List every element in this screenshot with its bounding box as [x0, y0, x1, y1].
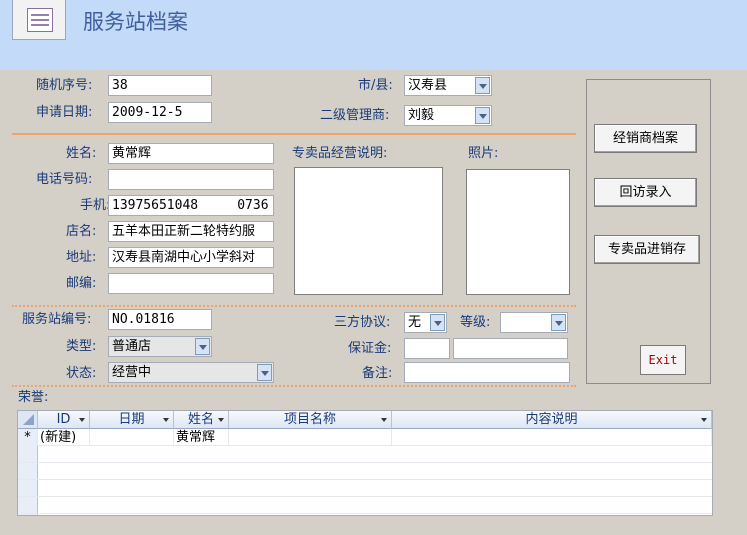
separator — [12, 385, 576, 387]
form-header: 服务站档案 — [0, 0, 747, 70]
manager-label: 二级管理商: — [320, 108, 390, 123]
cell-date[interactable] — [90, 429, 174, 446]
table-row-new[interactable]: * (新建) 黄常辉 — [18, 429, 712, 446]
sort-arrow-icon[interactable] — [79, 418, 85, 422]
specialty-textarea[interactable] — [294, 167, 443, 295]
separator — [12, 133, 576, 135]
tripartite-combo[interactable]: 无 — [404, 312, 447, 333]
postcode-label: 邮编: — [66, 276, 97, 291]
separator — [12, 305, 576, 307]
type-label: 类型: — [66, 339, 97, 354]
column-header-id[interactable]: ID — [38, 411, 90, 429]
photo-label: 照片: — [468, 146, 499, 161]
station-number-field[interactable]: NO.01816 — [108, 309, 212, 330]
page-title: 服务站档案 — [83, 10, 188, 34]
chevron-down-icon[interactable] — [551, 314, 566, 331]
apply-date-field[interactable]: 2009-12-5 — [108, 102, 212, 123]
column-header-date[interactable]: 日期 — [90, 411, 174, 429]
cell-desc[interactable] — [392, 429, 712, 446]
mobile-field[interactable]: 13975651048 0736 — [108, 195, 274, 216]
table-row-empty — [18, 497, 712, 514]
phone-label: 电话号码: — [36, 172, 93, 187]
deposit-label: 保证金: — [348, 341, 392, 356]
honors-datasheet[interactable]: ID 日期 姓名 项目名称 内容说明 * (新建) 黄常辉 — [17, 410, 713, 516]
serial-field[interactable]: 38 — [108, 75, 212, 96]
deposit-field[interactable] — [404, 338, 450, 359]
dealer-archive-button[interactable]: 经销商档案 — [594, 124, 697, 153]
table-row-empty — [18, 463, 712, 480]
phone-field[interactable] — [108, 169, 274, 190]
status-value: 经营中 — [112, 365, 152, 380]
revisit-entry-button[interactable]: 回访录入 — [594, 178, 697, 207]
shop-field[interactable]: 五羊本田正新二轮特约服 — [108, 221, 274, 242]
cell-name[interactable]: 黄常辉 — [174, 429, 229, 446]
postcode-field[interactable] — [108, 273, 274, 294]
chevron-down-icon[interactable] — [195, 338, 210, 355]
type-combo[interactable]: 普通店 — [108, 336, 212, 357]
city-label: 市/县: — [358, 78, 393, 93]
name-label: 姓名: — [66, 146, 97, 161]
station-number-label: 服务站编号: — [22, 312, 92, 327]
sort-arrow-icon[interactable] — [381, 418, 387, 422]
cell-id[interactable]: (新建) — [38, 429, 90, 446]
tripartite-label: 三方协议: — [334, 315, 391, 330]
inventory-button[interactable]: 专卖品进销存 — [594, 235, 700, 264]
chevron-down-icon[interactable] — [475, 77, 490, 94]
new-record-marker: * — [18, 429, 38, 446]
status-combo[interactable]: 经营中 — [108, 362, 274, 383]
column-header-project[interactable]: 项目名称 — [229, 411, 392, 429]
status-label: 状态: — [66, 366, 97, 381]
manager-combo[interactable]: 刘毅 — [404, 105, 492, 126]
address-field[interactable]: 汉寿县南湖中心小学斜对 — [108, 247, 274, 268]
table-row-empty — [18, 480, 712, 497]
tripartite-value: 无 — [408, 315, 422, 330]
city-value: 汉寿县 — [408, 78, 448, 93]
name-field[interactable]: 黄常辉 — [108, 143, 274, 164]
column-header-desc[interactable]: 内容说明 — [392, 411, 712, 429]
sort-arrow-icon[interactable] — [163, 418, 169, 422]
exit-button[interactable]: Exit — [640, 345, 686, 375]
manager-value: 刘毅 — [408, 108, 435, 123]
apply-date-label: 申请日期: — [36, 105, 93, 120]
form-icon — [12, 0, 66, 40]
cell-project[interactable] — [229, 429, 392, 446]
sort-arrow-icon[interactable] — [701, 418, 707, 422]
serial-label: 随机序号: — [36, 78, 93, 93]
grade-label: 等级: — [460, 315, 491, 330]
column-header-name[interactable]: 姓名 — [174, 411, 229, 429]
remark-field[interactable] — [404, 362, 570, 383]
select-all-corner[interactable] — [18, 411, 38, 429]
photo-frame — [466, 169, 570, 295]
mobile-label: 手机: — [80, 198, 111, 213]
deposit-field-2[interactable] — [453, 338, 568, 359]
type-value: 普通店 — [112, 339, 152, 354]
honors-label: 荣誉: — [18, 390, 49, 405]
specialty-label: 专卖品经营说明: — [292, 146, 388, 161]
remark-label: 备注: — [362, 366, 393, 381]
sort-arrow-icon[interactable] — [218, 418, 224, 422]
chevron-down-icon[interactable] — [430, 314, 445, 331]
table-row-empty — [18, 446, 712, 463]
city-combo[interactable]: 汉寿县 — [404, 75, 492, 96]
chevron-down-icon[interactable] — [257, 364, 272, 381]
shop-label: 店名: — [66, 224, 97, 239]
chevron-down-icon[interactable] — [475, 107, 490, 124]
grade-combo[interactable] — [500, 312, 568, 333]
address-label: 地址: — [66, 250, 97, 265]
